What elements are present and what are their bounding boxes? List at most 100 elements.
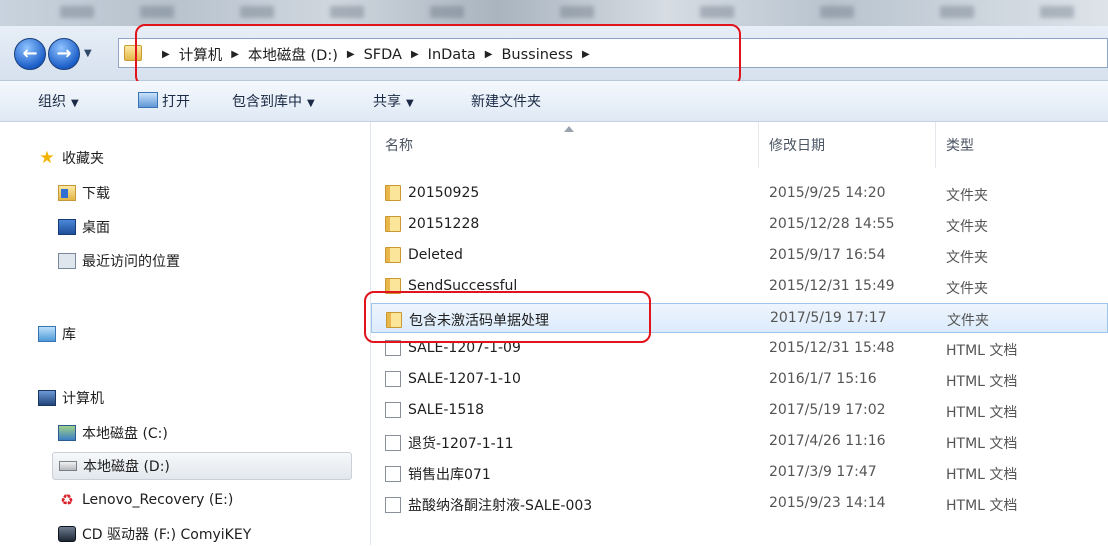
nav-item-computer[interactable]: 计算机 — [38, 384, 104, 412]
new-folder-button[interactable]: 新建文件夹 — [471, 91, 541, 111]
file-icon — [385, 466, 401, 482]
chevron-down-icon: ▼ — [307, 98, 315, 109]
library-icon — [38, 326, 56, 342]
file-type: 文件夹 — [946, 250, 988, 266]
folder-icon — [385, 216, 401, 232]
nav-item-downloads[interactable]: 下载 — [58, 179, 110, 207]
nav-label: 收藏夹 — [62, 151, 104, 167]
nav-item-drive-e[interactable]: ♻ Lenovo_Recovery (E:) — [58, 486, 233, 514]
file-date: 2015/12/28 14:55 — [769, 216, 895, 232]
file-row[interactable]: 20150925 2015/9/25 14:20 文件夹 — [371, 179, 1108, 209]
file-date: 2015/9/17 16:54 — [769, 247, 886, 263]
file-name-cell: SALE-1207-1-10 — [385, 371, 521, 387]
recent-pages-dropdown-icon[interactable]: ▼ — [84, 48, 92, 59]
nav-item-libraries[interactable]: 库 — [38, 320, 76, 348]
recovery-drive-icon: ♻ — [60, 491, 74, 509]
nav-item-favorites[interactable]: ★ 收藏夹 — [38, 144, 104, 172]
recent-places-icon — [58, 253, 76, 269]
file-icon — [385, 497, 401, 513]
file-date: 2017/5/19 17:17 — [770, 310, 887, 326]
file-type: 文件夹 — [946, 219, 988, 235]
file-type: HTML 文档 — [946, 436, 1018, 452]
file-name: 退货-1207-1-11 — [408, 436, 514, 452]
nav-label: 本地磁盘 (C:) — [82, 426, 168, 442]
file-row[interactable]: 20151228 2015/12/28 14:55 文件夹 — [371, 210, 1108, 240]
file-icon — [385, 435, 401, 451]
file-date: 2015/9/23 14:14 — [769, 495, 886, 511]
column-label: 名称 — [385, 138, 413, 154]
nav-item-recent[interactable]: 最近访问的位置 — [58, 247, 180, 275]
file-date: 2015/12/31 15:48 — [769, 340, 895, 356]
file-row[interactable]: SALE-1207-1-10 2016/1/7 15:16 HTML 文档 — [371, 365, 1108, 395]
file-row[interactable]: SALE-1518 2017/5/19 17:02 HTML 文档 — [371, 396, 1108, 426]
file-name-cell: 退货-1207-1-11 — [385, 433, 514, 453]
include-library-label: 包含到库中 — [232, 94, 302, 110]
selection-highlight-box — [364, 291, 651, 343]
nav-item-drive-c[interactable]: 本地磁盘 (C:) — [58, 419, 168, 447]
open-icon — [138, 92, 158, 108]
file-date: 2015/12/31 15:49 — [769, 278, 895, 294]
file-type: HTML 文档 — [946, 467, 1018, 483]
organize-label: 组织 — [38, 94, 66, 110]
computer-icon — [38, 390, 56, 406]
nav-label: 桌面 — [82, 220, 110, 236]
file-icon — [385, 371, 401, 387]
file-icon — [385, 402, 401, 418]
command-toolbar: 组织 ▼ 打开 包含到库中 ▼ 共享 ▼ 新建文件夹 — [0, 81, 1108, 122]
file-name-cell: 盐酸纳洛酮注射液-SALE-003 — [385, 495, 592, 515]
file-type: HTML 文档 — [946, 374, 1018, 390]
nav-label: 计算机 — [62, 391, 104, 407]
file-name: 盐酸纳洛酮注射液-SALE-003 — [408, 498, 593, 514]
file-row[interactable]: Deleted 2015/9/17 16:54 文件夹 — [371, 241, 1108, 271]
back-button[interactable]: ← — [14, 38, 46, 70]
hard-drive-icon — [59, 461, 77, 471]
nav-item-drive-f[interactable]: CD 驱动器 (F:) ComyiKEY — [58, 520, 251, 548]
nav-label: 本地磁盘 (D:) — [83, 459, 170, 475]
file-type: 文件夹 — [947, 313, 989, 329]
nav-label: Lenovo_Recovery (E:) — [82, 492, 234, 508]
file-row[interactable]: 销售出库071 2017/3/9 17:47 HTML 文档 — [371, 458, 1108, 488]
file-name-cell: Deleted — [385, 247, 463, 263]
file-date: 2017/5/19 17:02 — [769, 402, 886, 418]
column-header-date[interactable]: 修改日期 — [758, 122, 926, 168]
file-name: 20150925 — [408, 185, 480, 201]
file-row[interactable]: 盐酸纳洛酮注射液-SALE-003 2015/9/23 14:14 HTML 文档 — [371, 489, 1108, 519]
downloads-folder-icon — [58, 185, 76, 201]
file-name: SALE-1518 — [408, 402, 485, 418]
nav-item-drive-d[interactable]: 本地磁盘 (D:) — [52, 452, 352, 480]
file-date: 2015/9/25 14:20 — [769, 185, 886, 201]
share-menu[interactable]: 共享 ▼ — [373, 91, 414, 111]
file-type: HTML 文档 — [946, 343, 1018, 359]
window-top-strip — [0, 0, 1108, 26]
open-label: 打开 — [162, 94, 190, 110]
column-label: 类型 — [946, 138, 974, 154]
file-type: HTML 文档 — [946, 498, 1018, 514]
column-header-type[interactable]: 类型 — [935, 122, 1108, 168]
file-date: 2017/3/9 17:47 — [769, 464, 877, 480]
file-date: 2017/4/26 11:16 — [769, 433, 886, 449]
star-icon: ★ — [39, 148, 55, 168]
folder-icon — [385, 247, 401, 263]
column-header-name[interactable]: 名称 — [385, 122, 757, 168]
open-button[interactable]: 打开 — [138, 91, 190, 111]
include-library-menu[interactable]: 包含到库中 ▼ — [232, 91, 315, 111]
desktop-icon — [58, 219, 76, 235]
cd-drive-icon — [58, 526, 76, 542]
forward-button[interactable]: → — [48, 38, 80, 70]
file-name: Deleted — [408, 247, 463, 263]
file-name-cell: 20151228 — [385, 216, 479, 232]
nav-label: CD 驱动器 (F:) ComyiKEY — [82, 527, 252, 543]
navigation-pane: ★ 收藏夹 下载 桌面 最近访问的位置 库 计算机 本地磁盘 (C:) 本地磁盘 … — [0, 122, 371, 545]
file-row[interactable]: 退货-1207-1-11 2017/4/26 11:16 HTML 文档 — [371, 427, 1108, 457]
column-label: 修改日期 — [769, 138, 825, 154]
nav-label: 库 — [62, 327, 76, 343]
nav-label: 最近访问的位置 — [82, 254, 180, 270]
organize-menu[interactable]: 组织 ▼ — [38, 91, 79, 111]
file-name-cell: 销售出库071 — [385, 464, 491, 484]
nav-item-desktop[interactable]: 桌面 — [58, 213, 110, 241]
file-name-cell: 20150925 — [385, 185, 479, 201]
file-date: 2016/1/7 15:16 — [769, 371, 877, 387]
folder-icon — [385, 185, 401, 201]
file-type: 文件夹 — [946, 188, 988, 204]
drive-c-icon — [58, 425, 76, 441]
